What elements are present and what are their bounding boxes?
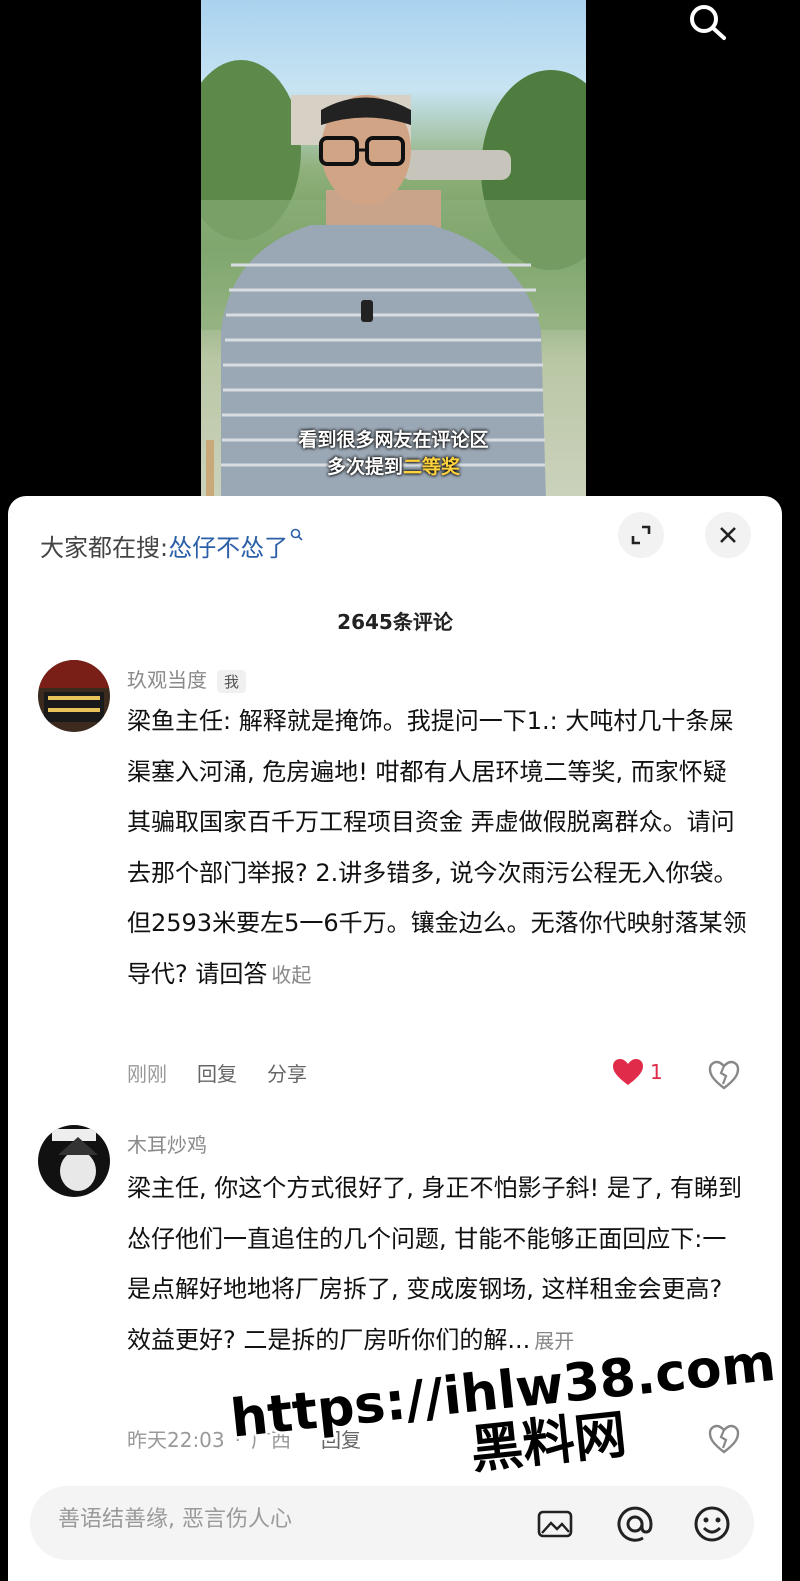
like-button[interactable]: 1 <box>612 1058 663 1086</box>
expand-button[interactable] <box>618 512 664 558</box>
comment-text: 梁鱼主任: 解释就是掩饰。我提问一下1.: 大吨村几十条屎渠塞入河涌, 危房遍地… <box>127 707 747 988</box>
video-caption-line2: 多次提到二等奖 <box>326 456 461 478</box>
close-icon <box>720 527 736 543</box>
caption-highlight: 二等奖 <box>403 456 461 478</box>
self-badge: 我 <box>217 670 247 693</box>
image-button[interactable] <box>535 1504 575 1544</box>
at-icon <box>617 1506 653 1542</box>
search-button[interactable] <box>686 2 730 42</box>
emoji-button[interactable] <box>692 1504 732 1544</box>
comment-username[interactable]: 玖观当度我 <box>127 664 247 693</box>
share-button[interactable]: 分享 <box>267 1062 307 1086</box>
trending-search-icon <box>290 528 303 541</box>
broken-heart-icon <box>708 1060 740 1090</box>
heart-filled-icon <box>613 1059 643 1085</box>
like-count: 1 <box>650 1060 663 1084</box>
image-icon <box>537 1510 573 1538</box>
comment-username[interactable]: 木耳炒鸡 <box>127 1129 207 1158</box>
comment-meta: 刚刚 回复 分享 <box>127 1058 337 1087</box>
trending-search[interactable]: 大家都在搜:怂仔不怂了 <box>40 528 304 563</box>
comment-time: 昨天22:03 <box>127 1428 225 1452</box>
comment-input[interactable] <box>56 1506 420 1533</box>
search-icon <box>690 5 726 40</box>
trending-label: 大家都在搜: <box>40 534 169 562</box>
avatar[interactable] <box>38 1125 110 1197</box>
comment-text: 梁主任, 你这个方式很好了, 身正不怕影子斜! 是了, 有睇到怂仔他们一直追住的… <box>127 1174 743 1354</box>
reply-button[interactable]: 回复 <box>197 1062 237 1086</box>
comment-input-bar <box>30 1486 754 1560</box>
comment-count: 2645条评论 <box>337 610 453 634</box>
expand-icon <box>631 525 651 545</box>
dislike-button[interactable] <box>708 1060 740 1092</box>
comment-time: 刚刚 <box>127 1062 167 1086</box>
collapse-link[interactable]: 收起 <box>271 963 311 987</box>
emoji-icon <box>694 1506 730 1542</box>
video-frame[interactable]: 看到很多网友在评论区 多次提到二等奖 <box>201 0 586 500</box>
video-caption-line1: 看到很多网友在评论区 <box>298 429 489 451</box>
mention-button[interactable] <box>615 1504 655 1544</box>
close-button[interactable] <box>705 512 751 558</box>
expand-link[interactable]: 展开 <box>534 1329 574 1353</box>
trending-keyword[interactable]: 怂仔不怂了 <box>168 534 288 562</box>
avatar[interactable] <box>38 660 110 732</box>
video-player[interactable]: 看到很多网友在评论区 多次提到二等奖 <box>0 0 800 500</box>
